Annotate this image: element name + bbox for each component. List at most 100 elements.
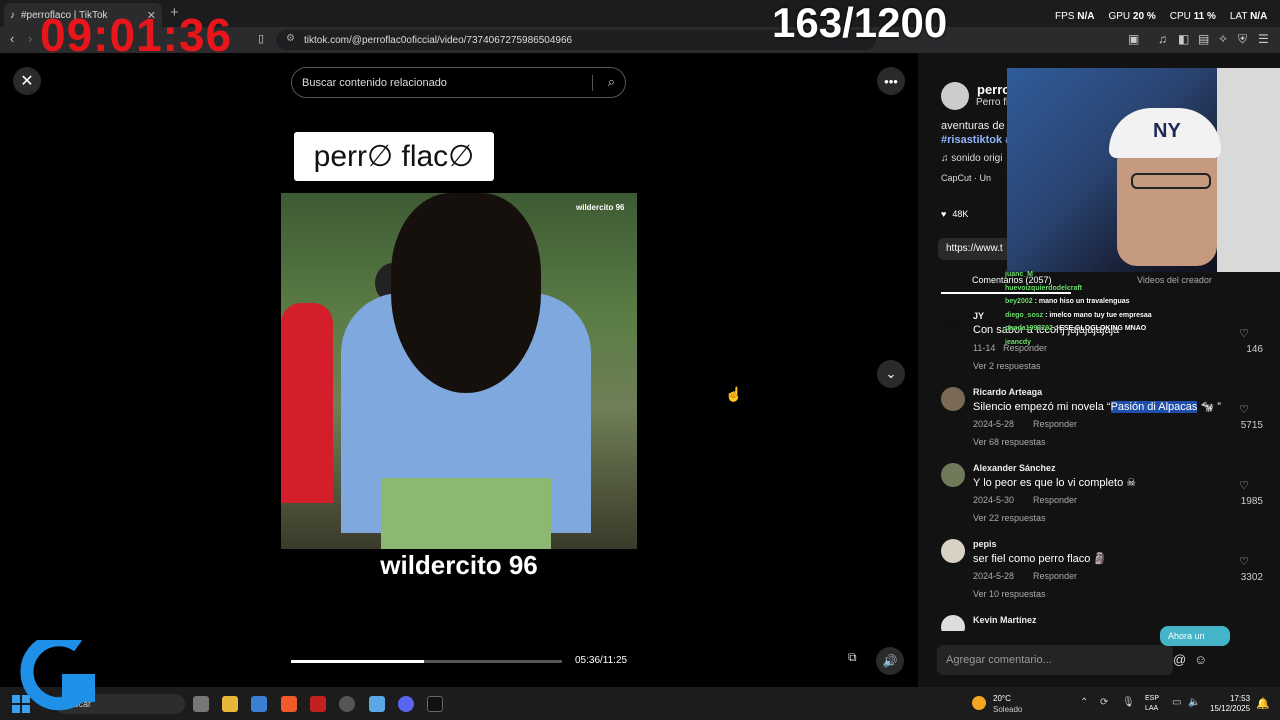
comment-text-end: 🐄 ” (1197, 401, 1221, 413)
video-watermark: wildercito 96 (576, 203, 625, 212)
task-view-icon[interactable] (193, 696, 209, 712)
avatar[interactable] (941, 615, 965, 631)
wallet-icon[interactable]: ▤ (1198, 32, 1209, 46)
heart-icon[interactable]: ♡ (1239, 555, 1249, 568)
file-explorer-icon[interactable] (222, 696, 238, 712)
network-icon[interactable]: ▭ (1172, 697, 1181, 708)
video-logo-banner: perr∅ flac∅ (294, 132, 494, 181)
counter-overlay: 163/1200 (772, 0, 948, 46)
video-time: 05:36/11:25 (575, 655, 628, 666)
avatar[interactable] (941, 463, 965, 487)
avatar[interactable] (941, 387, 965, 411)
video-progress-bar[interactable] (291, 660, 562, 663)
comment-author[interactable]: Kevin Martínez (973, 615, 1037, 625)
layout-code: LAA (1145, 705, 1159, 712)
forward-icon[interactable]: › (28, 31, 32, 46)
hashtags[interactable]: #risastiktok # (941, 134, 1011, 146)
stat-lat: LAT N/A (1229, 11, 1268, 22)
site-info-icon[interactable]: ⚙ (286, 33, 295, 44)
capcut-icon[interactable] (427, 696, 443, 712)
comment-text-start: Silencio empezó mi novela “ (973, 401, 1111, 413)
music-icon[interactable]: ♫ (1158, 32, 1167, 46)
music-credit[interactable]: ♫ sonido origi (941, 153, 1002, 164)
comment-like-count: 146 (1246, 344, 1263, 355)
mention-icon[interactable]: @ (1173, 652, 1186, 667)
brave-browser-icon[interactable] (281, 696, 297, 712)
clock-overlay: 09:01:36 (40, 9, 233, 61)
logitech-g-logo (20, 640, 95, 711)
notification-icon[interactable]: 🔔 (1256, 697, 1270, 710)
obs-icon[interactable] (339, 696, 355, 712)
reply-button[interactable]: Responder (1033, 571, 1077, 581)
avatar[interactable] (941, 82, 969, 110)
chat-line: huevoizquierdodelcraft (1005, 284, 1083, 292)
back-icon[interactable]: ‹ (10, 31, 14, 46)
add-comment-input[interactable]: Agregar comentario... (937, 645, 1173, 675)
screenshot-icon[interactable]: ▣ (1128, 32, 1139, 46)
bookmark-icon[interactable]: ▯ (258, 32, 264, 45)
heart-icon[interactable]: ♡ (1239, 327, 1249, 340)
comment-item: Ricardo Arteaga Silencio empezó mi novel… (941, 387, 1263, 457)
more-options-button[interactable]: ••• (877, 67, 905, 95)
notepad-icon[interactable] (369, 696, 385, 712)
capcut-credit[interactable]: CapCut · Un (941, 173, 991, 183)
related-search-input[interactable]: Buscar contenido relacionado ⌕ (291, 67, 626, 98)
chevron-up-icon[interactable]: ⌃ (1080, 697, 1088, 708)
copy-link-field[interactable]: https://www.t (938, 238, 1018, 260)
store-icon[interactable] (251, 696, 267, 712)
comment-author[interactable]: pepis (973, 539, 997, 549)
view-replies-button[interactable]: Ver 68 respuestas (973, 437, 1046, 447)
volume-button[interactable]: 🔊 (876, 647, 904, 675)
tiktok-icon: ♪ (10, 9, 15, 21)
author-name[interactable]: perro (977, 82, 1010, 97)
stream-chat-overlay: juanc_M huevoizquierdodelcraft bey2002 :… (1005, 268, 1175, 349)
system-clock[interactable]: 17:53 15/12/2025 (1210, 694, 1250, 714)
discord-icon[interactable] (398, 696, 414, 712)
sun-icon (972, 696, 986, 710)
language-indicator[interactable]: ESP LAA (1145, 694, 1159, 714)
shield-icon[interactable]: ⛨ (1238, 32, 1247, 47)
person-red-jacket (281, 303, 333, 503)
live-notification-badge[interactable]: Ahora un (1160, 626, 1230, 646)
stat-fps: FPS N/A (1055, 11, 1095, 22)
comment-author[interactable]: Ricardo Arteaga (973, 387, 1042, 397)
miniplayer-icon[interactable]: ⧉ (848, 650, 868, 672)
ai-icon[interactable]: ✧ (1218, 32, 1228, 46)
chevron-down-icon: ⌄ (885, 366, 897, 381)
view-replies-button[interactable]: Ver 10 respuestas (973, 589, 1046, 599)
avatar[interactable] (941, 311, 965, 335)
comment-author[interactable]: JY (973, 311, 984, 321)
next-video-button[interactable]: ⌄ (877, 360, 905, 388)
chat-line: juanc_M (1005, 271, 1034, 278)
sidebar-icon[interactable]: ◧ (1178, 32, 1189, 46)
heart-icon[interactable]: ♡ (1239, 479, 1249, 492)
webcam-overlay: NY (1007, 68, 1280, 272)
emoji-icon[interactable]: ☺ (1194, 652, 1207, 667)
microphone-icon[interactable]: 🎙 (1122, 697, 1135, 708)
search-icon[interactable]: ⌕ (608, 74, 615, 90)
voicemod-icon[interactable] (310, 696, 326, 712)
avatar[interactable] (941, 539, 965, 563)
like-button[interactable]: ♥ 48K (941, 209, 968, 219)
progress-fill (291, 660, 424, 663)
volume-icon[interactable]: 🔈 (1188, 697, 1200, 708)
video-caption: wildercito 96 (380, 550, 538, 580)
cap-logo-icon: NY (1153, 120, 1181, 142)
comment-author[interactable]: Alexander Sánchez (973, 463, 1056, 473)
reply-button[interactable]: Responder (1033, 495, 1077, 505)
comment-text: Y lo peor es que lo vi completo ☠ (973, 477, 1137, 489)
view-replies-button[interactable]: Ver 2 respuestas (973, 361, 1041, 371)
weather-temperature[interactable]: 20°C (993, 694, 1011, 703)
close-video-button[interactable]: ✕ (13, 67, 41, 95)
stat-cpu: CPU 11 % (1169, 11, 1216, 22)
menu-icon[interactable]: ☰ (1258, 32, 1269, 46)
sync-icon[interactable]: ⟳ (1100, 697, 1108, 708)
comment-date: 11-14 (973, 343, 996, 353)
search-divider (592, 75, 593, 91)
reply-button[interactable]: Responder (1033, 419, 1077, 429)
person-hair (391, 193, 541, 393)
view-replies-button[interactable]: Ver 22 respuestas (973, 513, 1046, 523)
video-description: aventuras de (941, 120, 1005, 132)
heart-icon[interactable]: ♡ (1239, 403, 1249, 416)
comment-date: 2024-5-28 (973, 419, 1015, 429)
